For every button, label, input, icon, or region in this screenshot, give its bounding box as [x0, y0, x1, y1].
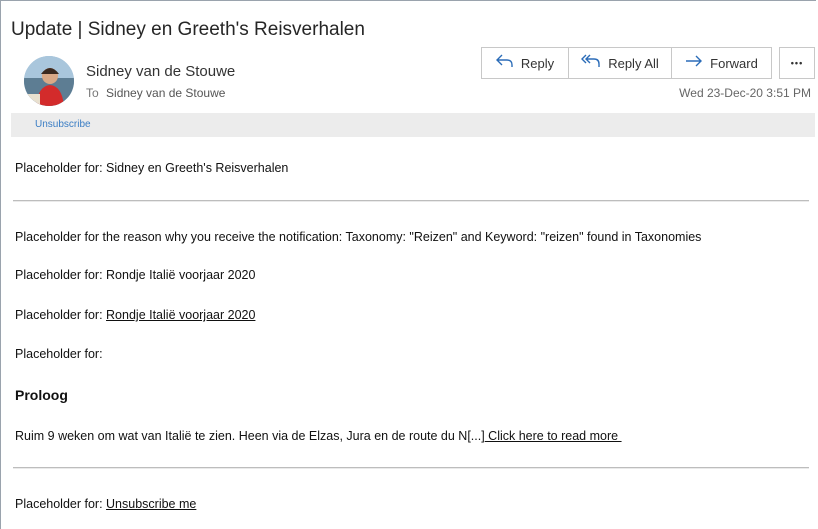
footer-prefix: Placeholder for: [15, 497, 107, 511]
body-line-title-link: Placeholder for: Rondje Italië voorjaar … [15, 308, 255, 322]
body-line-title: Placeholder for: Rondje Italië voorjaar … [15, 268, 256, 282]
reply-icon [495, 54, 514, 72]
body-line-reason: Placeholder for the reason why you recei… [15, 230, 702, 244]
unsubscribe-bar: Unsubscribe [11, 113, 815, 137]
read-more-link[interactable]: Click here to read more [485, 429, 622, 443]
post-excerpt-line: Ruim 9 weken om wat van Italië te zien. … [15, 429, 622, 443]
message-toolbar: Reply Reply All Forward ••• [481, 47, 815, 79]
sent-date: Wed 23-Dec-20 3:51 PM [679, 86, 811, 100]
reply-all-label: Reply All [608, 55, 659, 71]
forward-label: Forward [710, 55, 758, 71]
forward-button[interactable]: Forward [671, 47, 772, 79]
avatar[interactable] [24, 56, 74, 106]
more-options-icon: ••• [790, 58, 804, 68]
unsubscribe-link[interactable]: Unsubscribe [35, 119, 91, 130]
post-heading: Proloog [15, 387, 68, 403]
body-line-empty-placeholder: Placeholder for: [15, 347, 103, 361]
body-line-site: Placeholder for: Sidney en Greeth's Reis… [15, 161, 289, 175]
email-subject: Update | Sidney en Greeth's Reisverhalen [11, 19, 365, 40]
reply-button[interactable]: Reply [481, 47, 569, 79]
to-label: To [86, 86, 99, 100]
unsubscribe-me-link[interactable]: Unsubscribe me [106, 497, 196, 511]
footer-line: Placeholder for: Unsubscribe me [15, 497, 196, 511]
email-reading-pane: Update | Sidney en Greeth's Reisverhalen… [0, 0, 816, 529]
reply-all-icon [581, 54, 601, 72]
recipient-name[interactable]: Sidney van de Stouwe [106, 86, 225, 100]
post-excerpt: Ruim 9 weken om wat van Italië te zien. … [15, 429, 485, 443]
sender-name[interactable]: Sidney van de Stouwe [86, 63, 235, 80]
divider [13, 200, 809, 202]
body-line-prefix: Placeholder for: [15, 308, 107, 322]
divider [13, 467, 809, 469]
reply-all-button[interactable]: Reply All [568, 47, 672, 79]
post-title-link[interactable]: Rondje Italië voorjaar 2020 [106, 308, 255, 322]
more-options-button[interactable]: ••• [779, 47, 815, 79]
recipient-line: To Sidney van de Stouwe [86, 86, 225, 100]
avatar-photo-icon [24, 56, 74, 106]
forward-icon [685, 55, 703, 71]
reply-label: Reply [520, 55, 555, 71]
